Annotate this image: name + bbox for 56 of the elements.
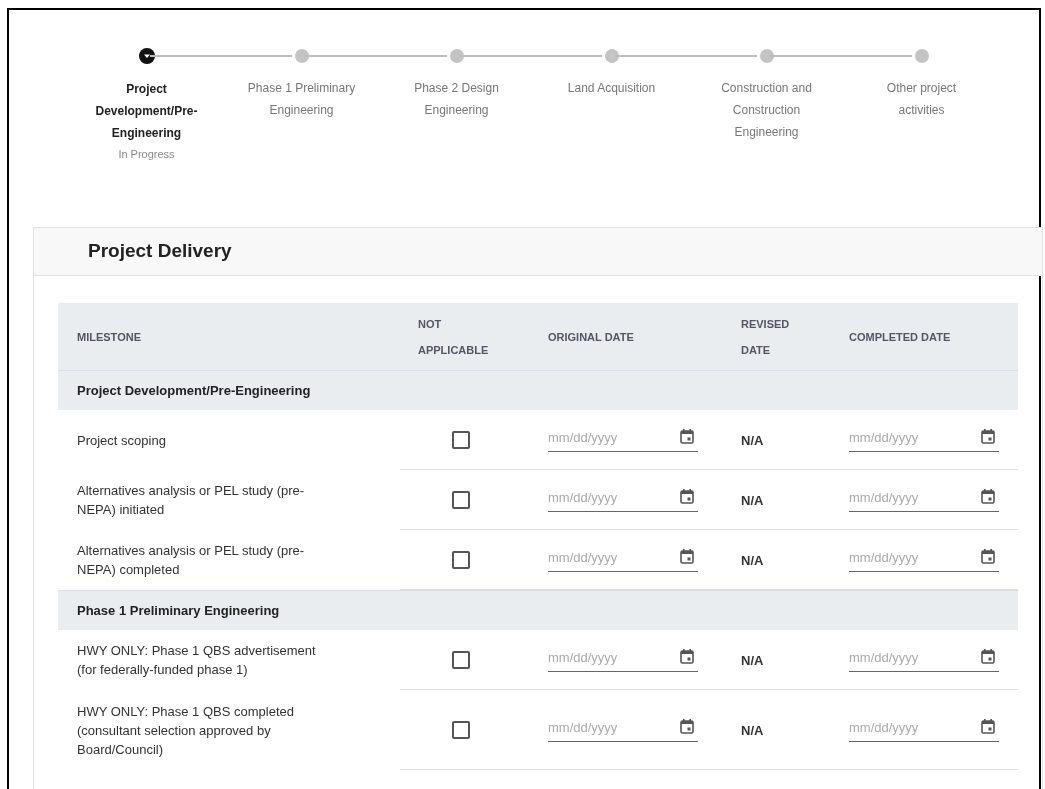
column-header: ORIGINAL DATE xyxy=(547,329,635,345)
column-header: REVISED DATE xyxy=(740,316,791,358)
calendar-icon[interactable] xyxy=(981,488,995,504)
revised-date: N/A xyxy=(741,723,764,738)
step-marker[interactable] xyxy=(449,49,464,63)
revised-date: N/A xyxy=(741,553,764,568)
date-field[interactable]: mm/dd/yyyy xyxy=(849,647,999,673)
milestone-name: Alternatives analysis or PEL study (pre-NEPA) initiated xyxy=(76,482,306,519)
date-field[interactable]: mm/dd/yyyy xyxy=(849,487,999,513)
step-marker[interactable] xyxy=(294,49,309,63)
step-label[interactable]: Construction and Construction Engineering xyxy=(710,77,823,143)
step-marker[interactable] xyxy=(759,49,774,63)
date-field[interactable]: mm/dd/yyyy xyxy=(548,647,698,673)
date-field[interactable]: mm/dd/yyyy xyxy=(548,717,698,743)
not-applicable-checkbox[interactable] xyxy=(452,721,470,739)
date-field[interactable]: mm/dd/yyyy xyxy=(548,547,698,573)
calendar-icon[interactable] xyxy=(680,548,694,564)
step-marker-icon[interactable] xyxy=(138,48,155,64)
card-title: Project Delivery xyxy=(88,239,232,264)
revised-date: N/A xyxy=(741,433,764,448)
step-label[interactable]: Other project activities xyxy=(865,77,978,121)
not-applicable-checkbox[interactable] xyxy=(452,651,470,669)
step-label[interactable]: Phase 2 Design Engineering xyxy=(400,77,513,121)
calendar-icon[interactable] xyxy=(680,428,694,444)
column-header: MILESTONE xyxy=(76,329,142,345)
column-header: COMPLETED DATE xyxy=(848,329,952,345)
revised-date: N/A xyxy=(741,653,764,668)
step-marker[interactable] xyxy=(914,49,929,63)
milestone-name: Project scoping xyxy=(76,431,167,450)
revised-date: N/A xyxy=(741,493,764,508)
column-header: NOT APPLICABLE xyxy=(417,316,490,358)
not-applicable-checkbox[interactable] xyxy=(452,431,470,449)
calendar-icon[interactable] xyxy=(680,648,694,664)
section-title: Phase 1 Preliminary Engineering xyxy=(77,601,280,620)
calendar-icon[interactable] xyxy=(981,648,995,664)
calendar-icon[interactable] xyxy=(680,718,694,734)
step-marker[interactable] xyxy=(604,49,619,63)
step-label[interactable]: Project Development/Pre-Engineering xyxy=(90,78,203,144)
date-field[interactable]: mm/dd/yyyy xyxy=(849,547,999,573)
not-applicable-checkbox[interactable] xyxy=(452,491,470,509)
milestone-name: Alternatives analysis or PEL study (pre-NEPA) completed xyxy=(76,542,306,579)
date-field[interactable]: mm/dd/yyyy xyxy=(849,717,999,743)
step-label[interactable]: Land Acquisition xyxy=(555,77,668,99)
step-label[interactable]: Phase 1 Preliminary Engineering xyxy=(245,77,358,121)
calendar-icon[interactable] xyxy=(981,548,995,564)
calendar-icon[interactable] xyxy=(680,488,694,504)
calendar-icon[interactable] xyxy=(981,718,995,734)
milestone-name: HWY ONLY: Phase 1 QBS completed (consultant selection approved by Board/Council) xyxy=(76,702,295,759)
step-status: In Progress xyxy=(118,147,175,162)
milestone-name: HWY ONLY: Phase 1 QBS advertisement (for federally-funded phase 1) xyxy=(76,642,317,679)
not-applicable-checkbox[interactable] xyxy=(452,551,470,569)
date-field[interactable]: mm/dd/yyyy xyxy=(548,487,698,513)
date-field[interactable]: mm/dd/yyyy xyxy=(849,427,999,453)
section-title: Project Development/Pre-Engineering xyxy=(77,381,311,400)
date-field[interactable]: mm/dd/yyyy xyxy=(548,427,698,453)
calendar-icon[interactable] xyxy=(981,428,995,444)
